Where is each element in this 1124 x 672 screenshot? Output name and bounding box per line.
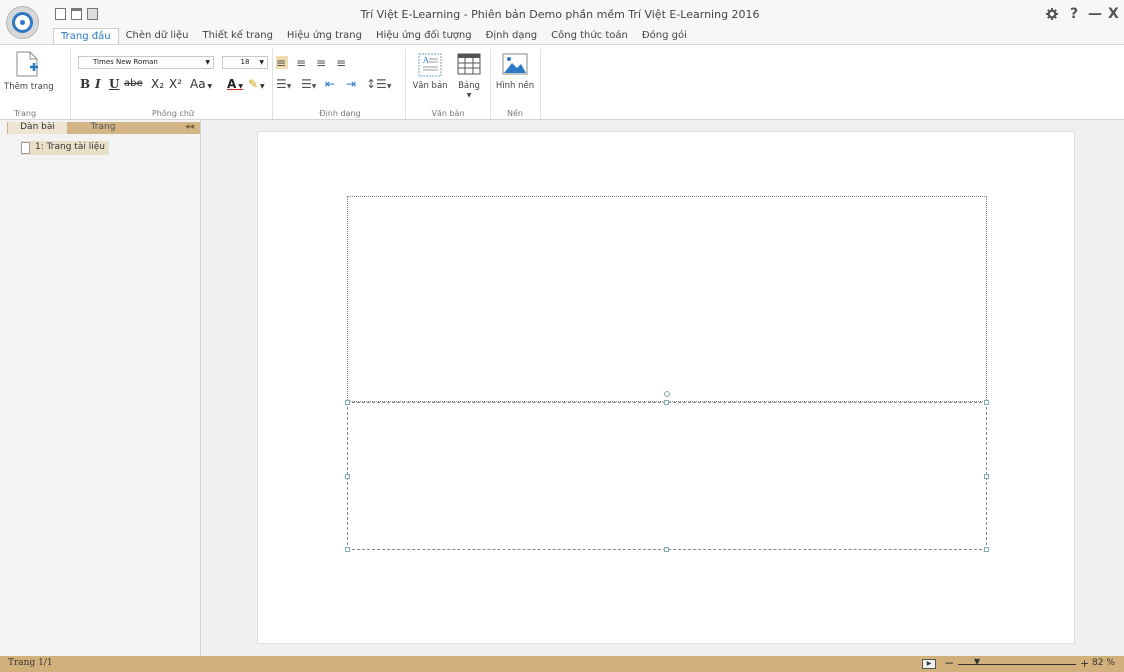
slide-page[interactable] bbox=[257, 131, 1075, 644]
resize-handle[interactable] bbox=[984, 474, 989, 479]
outline-item-label: 1: Trang tài liệu bbox=[35, 142, 105, 152]
textbox-label: Văn bản bbox=[412, 81, 448, 91]
tab-object-effects[interactable]: Hiệu ứng đối tượng bbox=[369, 28, 479, 44]
outline-item[interactable]: 1: Trang tài liệu bbox=[21, 141, 109, 155]
close-button[interactable]: X bbox=[1108, 6, 1119, 22]
textbox-icon: A bbox=[418, 53, 442, 77]
window-title: Trí Việt E-Learning - Phiên bản Demo phầ… bbox=[360, 8, 760, 21]
add-page-button[interactable]: Thêm trang bbox=[4, 49, 54, 97]
help-button[interactable]: ? bbox=[1070, 6, 1078, 22]
group-label-paragraph: Định dạng bbox=[319, 109, 361, 118]
ribbon-tabs: Trang đầu Chèn dữ liệu Thiết kế trang Hi… bbox=[53, 28, 694, 44]
resize-handle[interactable] bbox=[664, 547, 669, 552]
zoom-level: 82 % bbox=[1092, 658, 1115, 668]
tab-math-formula[interactable]: Công thức toán bbox=[544, 28, 635, 44]
textbox-button[interactable]: A Văn bản bbox=[410, 49, 450, 97]
align-justify-icon[interactable]: ≡ bbox=[336, 56, 346, 70]
font-size-value: 18 bbox=[240, 58, 250, 66]
zoom-out-button[interactable]: − bbox=[944, 656, 954, 671]
group-label-background: Nền bbox=[507, 109, 523, 118]
resize-handle[interactable] bbox=[345, 547, 350, 552]
gear-icon[interactable] bbox=[1046, 8, 1058, 20]
tab-format[interactable]: Định dạng bbox=[479, 28, 545, 44]
bullet-list-icon[interactable]: ☰▼ bbox=[276, 77, 291, 94]
group-separator bbox=[540, 49, 541, 119]
title-placeholder[interactable] bbox=[347, 196, 987, 402]
group-label-page: Trang bbox=[13, 109, 37, 118]
background-image-button[interactable]: Hình nền bbox=[494, 49, 536, 97]
table-button[interactable]: Bảng ▼ bbox=[452, 49, 486, 105]
chevron-down-icon: ▼ bbox=[205, 59, 210, 66]
font-name-select[interactable]: Times New Roman ▼ bbox=[78, 56, 214, 69]
page-icon bbox=[21, 142, 30, 154]
align-right-icon[interactable]: ≡ bbox=[316, 56, 326, 70]
font-color-button[interactable]: A ▼ bbox=[227, 77, 243, 94]
tab-package[interactable]: Đóng gói bbox=[635, 28, 694, 44]
zoom-slider-thumb[interactable]: ▼ bbox=[974, 657, 980, 666]
save-icon[interactable] bbox=[87, 8, 98, 20]
table-icon bbox=[457, 53, 481, 75]
zoom-in-button[interactable]: + bbox=[1080, 656, 1089, 671]
font-size-select[interactable]: 18 ▼ bbox=[222, 56, 268, 69]
tab-pages[interactable]: Trang bbox=[83, 122, 123, 134]
background-image-label: Hình nền bbox=[495, 81, 535, 91]
title-bar: Trí Việt E-Learning - Phiên bản Demo phầ… bbox=[0, 0, 1124, 44]
italic-button[interactable]: I bbox=[95, 77, 101, 91]
tab-page-design[interactable]: Thiết kế trang bbox=[195, 28, 279, 44]
tab-home[interactable]: Trang đầu bbox=[53, 28, 119, 44]
line-spacing-icon[interactable]: ↕☰▼ bbox=[366, 77, 391, 94]
tab-outline[interactable]: Dàn bài bbox=[8, 122, 67, 134]
strikethrough-button[interactable]: abe bbox=[124, 77, 143, 91]
chevron-down-icon: ▼ bbox=[259, 59, 264, 66]
logo-ring-icon bbox=[12, 12, 33, 33]
font-color-label: A bbox=[227, 77, 237, 91]
minimize-button[interactable]: — bbox=[1088, 6, 1102, 22]
tab-insert[interactable]: Chèn dữ liệu bbox=[119, 28, 196, 44]
panel-header: Dàn bài Trang ◂◂ bbox=[7, 122, 200, 134]
group-separator bbox=[490, 49, 491, 119]
content-placeholder[interactable] bbox=[345, 391, 989, 552]
svg-text:A: A bbox=[422, 56, 429, 65]
add-page-icon bbox=[16, 51, 38, 77]
image-icon bbox=[502, 53, 528, 75]
decrease-indent-icon[interactable]: ⇤ bbox=[325, 77, 335, 91]
page-counter: Trang 1/1 bbox=[8, 658, 53, 668]
resize-handle[interactable] bbox=[664, 400, 669, 405]
highlight-icon[interactable]: ✎ ▼ bbox=[248, 77, 265, 94]
group-separator bbox=[70, 49, 71, 119]
numbered-list-icon[interactable]: ☰▼ bbox=[301, 77, 316, 94]
status-bar: Trang 1/1 ▶ − ▼ + 82 % bbox=[0, 656, 1124, 672]
increase-indent-icon[interactable]: ⇥ bbox=[346, 77, 356, 91]
resize-handle[interactable] bbox=[984, 547, 989, 552]
resize-handle[interactable] bbox=[345, 400, 350, 405]
chevron-down-icon: ▼ bbox=[466, 92, 472, 99]
superscript-button[interactable]: X² bbox=[169, 77, 182, 91]
open-icon[interactable] bbox=[71, 8, 82, 20]
rotate-handle[interactable] bbox=[664, 391, 670, 397]
app-logo-button[interactable] bbox=[6, 6, 39, 39]
collapse-panel-icon[interactable]: ◂◂ bbox=[185, 122, 194, 132]
resize-handle[interactable] bbox=[345, 474, 350, 479]
editor-canvas bbox=[202, 120, 1124, 656]
change-case-label: Aa bbox=[190, 77, 206, 91]
align-left-icon[interactable]: ≡ bbox=[276, 56, 288, 70]
resize-handle[interactable] bbox=[984, 400, 989, 405]
group-label-text: Văn bản bbox=[431, 109, 465, 118]
play-icon[interactable]: ▶ bbox=[922, 659, 936, 669]
table-label: Bảng bbox=[458, 81, 480, 91]
bold-button[interactable]: B bbox=[80, 77, 90, 91]
underline-button[interactable]: U bbox=[109, 77, 119, 91]
align-center-icon[interactable]: ≡ bbox=[296, 56, 306, 70]
new-document-icon[interactable] bbox=[55, 8, 66, 20]
subscript-button[interactable]: X₂ bbox=[151, 77, 164, 91]
group-separator bbox=[272, 49, 273, 119]
group-label-font: Phông chữ bbox=[151, 109, 195, 118]
add-page-label: Thêm trang bbox=[4, 82, 54, 92]
app-window: Trí Việt E-Learning - Phiên bản Demo phầ… bbox=[0, 0, 1124, 672]
change-case-button[interactable]: Aa ▼ bbox=[190, 77, 212, 94]
outline-panel: Dàn bài Trang ◂◂ 1: Trang tài liệu bbox=[0, 120, 201, 656]
tab-page-effects[interactable]: Hiệu ứng trang bbox=[280, 28, 369, 44]
ribbon: Thêm trang Trang Times New Roman ▼ 18 ▼ … bbox=[0, 44, 1124, 120]
font-name-value: Times New Roman bbox=[93, 58, 158, 66]
